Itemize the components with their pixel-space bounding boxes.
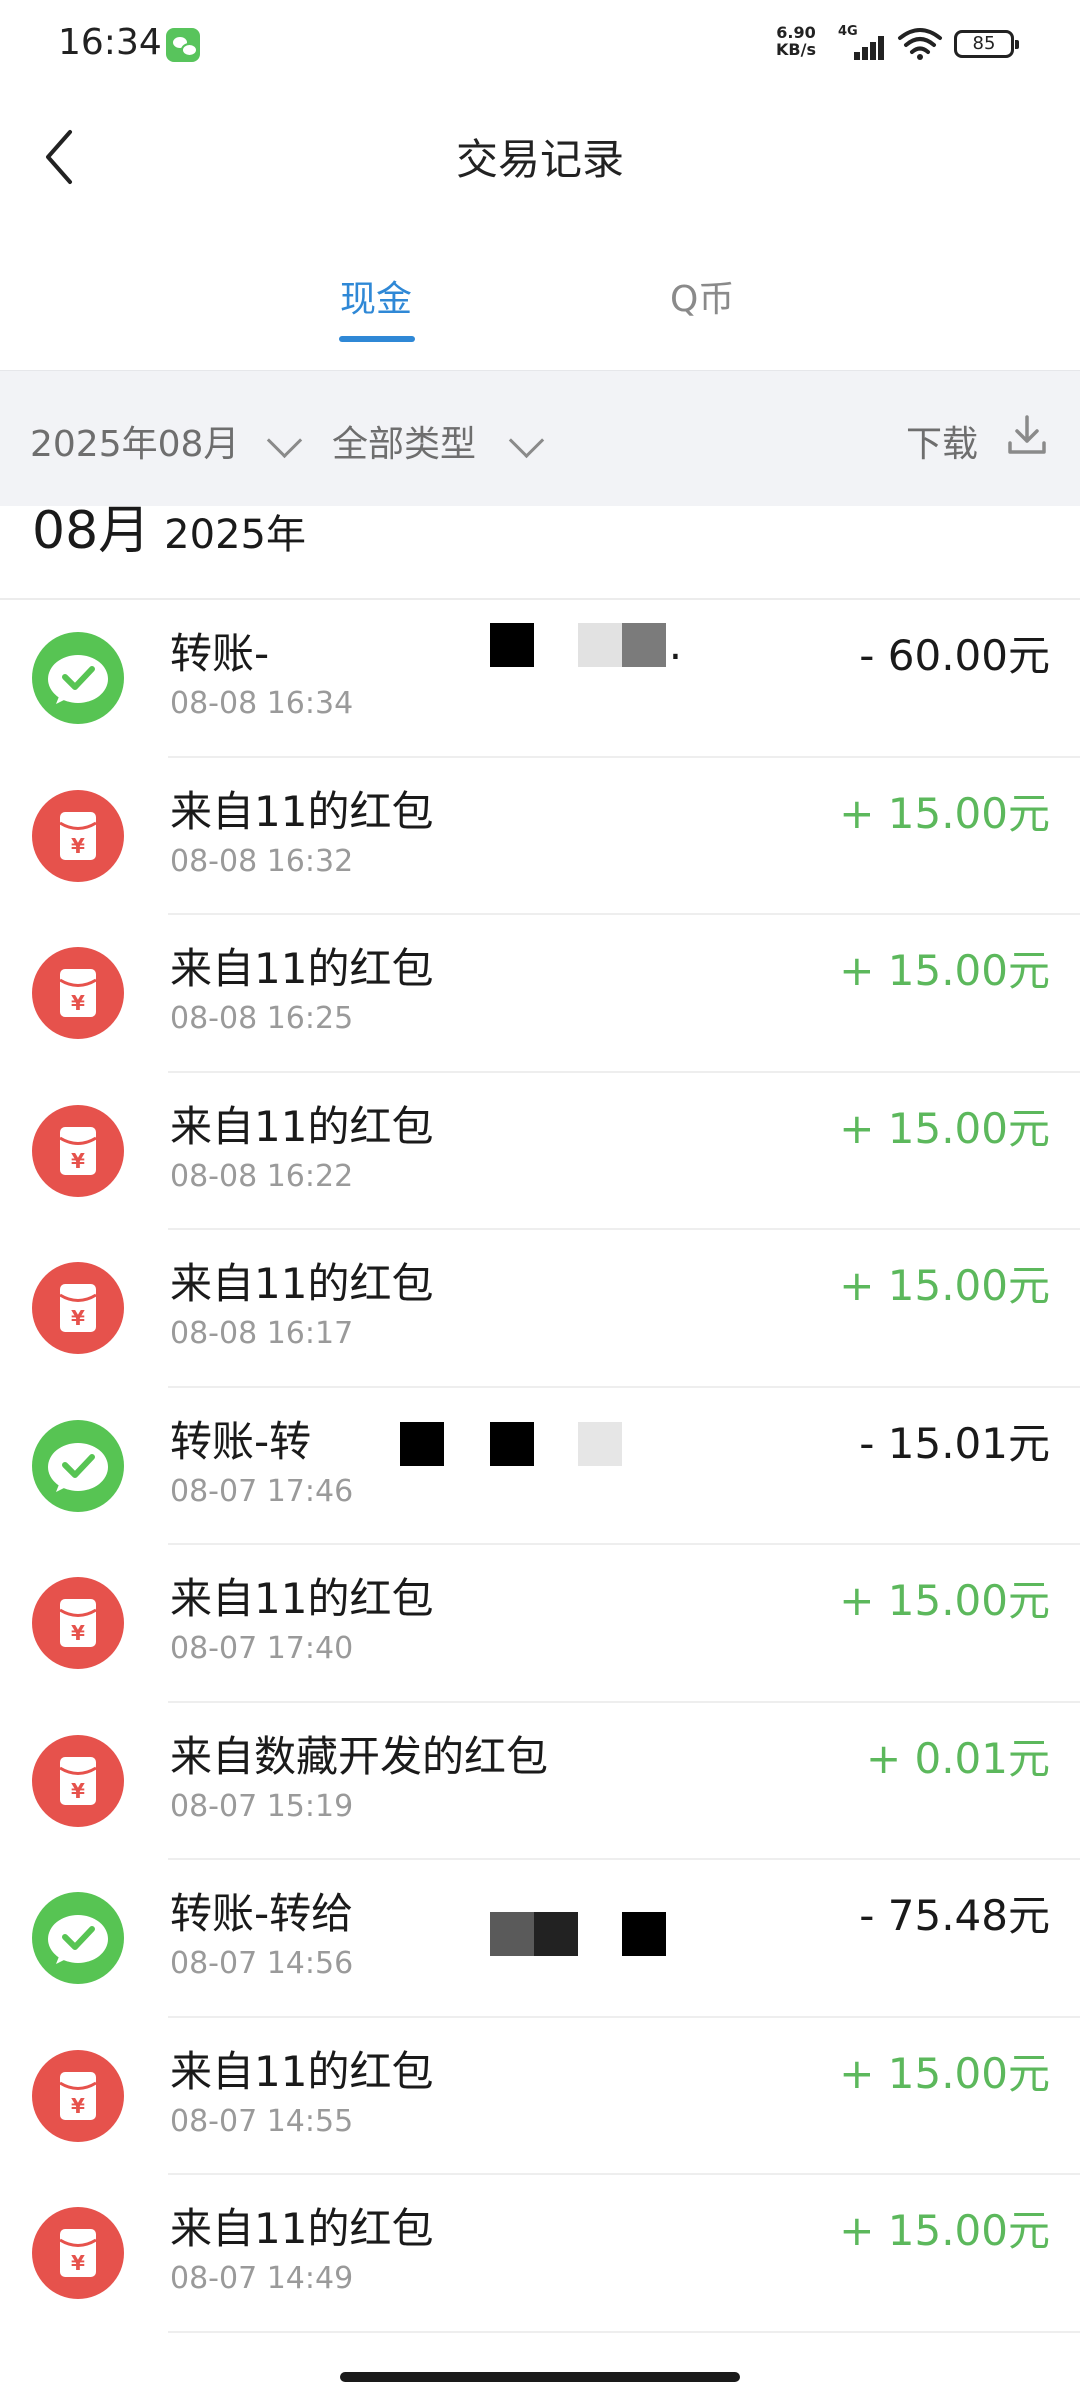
transaction-time: 08-07 14:55 xyxy=(170,2103,354,2139)
transaction-amount: + 15.00元 xyxy=(839,946,1050,995)
network-speed-value: 6.90 xyxy=(776,23,816,42)
transaction-title: 转账- xyxy=(170,629,270,678)
transaction-title: 转账-转 xyxy=(170,1416,312,1466)
cellular-signal-icon xyxy=(850,34,890,60)
download-icon[interactable] xyxy=(1005,413,1049,457)
transaction-title: 来自11的红包 xyxy=(170,2046,434,2096)
redaction-block xyxy=(534,1912,578,1956)
page-title: 交易记录 xyxy=(455,135,624,184)
tab-q-coin[interactable]: Q币 xyxy=(670,270,734,322)
transaction-amount: - 15.01元 xyxy=(859,1418,1050,1468)
red-packet-icon: ¥ xyxy=(32,789,124,882)
status-bar: 16:34 6.90 KB/s 4G 85 xyxy=(0,0,1080,90)
red-packet-icon: ¥ xyxy=(32,1734,124,1827)
red-packet-icon: ¥ xyxy=(32,1577,124,1669)
transaction-time: 08-07 17:40 xyxy=(170,1631,354,1666)
transaction-row[interactable]: ¥ 来自11的红包 08-08 16:32 + 15.00元 xyxy=(0,758,1080,916)
transfer-icon xyxy=(32,1419,124,1512)
red-packet-icon: ¥ xyxy=(32,1104,124,1197)
transaction-amount: + 15.00元 xyxy=(839,1103,1050,1153)
transaction-title: 来自11的红包 xyxy=(170,1574,434,1623)
svg-text:¥: ¥ xyxy=(71,1149,85,1173)
transaction-row[interactable]: 转账- 08-08 16:34 - 60.00元 ... xyxy=(0,600,1080,758)
svg-text:¥: ¥ xyxy=(71,1621,85,1645)
transaction-amount: - 75.48元 xyxy=(859,1891,1050,1940)
svg-text:¥: ¥ xyxy=(71,834,85,858)
redaction-block xyxy=(578,623,622,667)
transaction-title: 转账-转给 xyxy=(170,1889,354,1938)
transfer-icon xyxy=(32,1892,124,1984)
transaction-row[interactable]: 转账-转 08-07 17:46 - 15.01元 xyxy=(0,1388,1080,1546)
active-tab-indicator xyxy=(339,336,415,342)
redaction-block xyxy=(490,623,534,667)
network-speed-unit: KB/s xyxy=(776,40,816,59)
transaction-title: 来自11的红包 xyxy=(170,1259,434,1308)
transfer-icon xyxy=(32,632,124,724)
transaction-row[interactable]: ¥ 来自数藏开发的红包 08-07 15:19 + 0.01元 xyxy=(0,1703,1080,1861)
redaction-block xyxy=(490,1912,534,1956)
filter-bar: 2025年08月 全部类型 下载 xyxy=(0,370,1080,506)
redaction-block xyxy=(490,1422,534,1466)
redaction-block xyxy=(622,623,666,667)
transaction-row[interactable]: ¥ 来自11的红包 08-08 16:17 + 15.00元 xyxy=(0,1230,1080,1388)
transaction-title: 来自数藏开发的红包 xyxy=(170,1731,549,1781)
svg-text:¥: ¥ xyxy=(71,2094,85,2118)
redaction-block xyxy=(400,1422,444,1466)
transaction-amount: + 15.00元 xyxy=(839,788,1050,838)
red-packet-icon: ¥ xyxy=(32,2049,124,2142)
home-indicator[interactable] xyxy=(340,2372,740,2382)
transaction-title: 来自11的红包 xyxy=(170,2204,434,2253)
download-button[interactable]: 下载 xyxy=(906,415,978,467)
type-filter[interactable]: 全部类型 xyxy=(332,415,476,467)
red-packet-icon: ¥ xyxy=(32,1262,124,1354)
transaction-time: 08-08 16:32 xyxy=(170,843,354,879)
wechat-notification-icon xyxy=(166,28,200,62)
transaction-time: 08-08 16:22 xyxy=(170,1158,354,1194)
transaction-time: 08-07 15:19 xyxy=(170,1788,354,1824)
svg-text:¥: ¥ xyxy=(71,2251,85,2275)
battery-icon: 85 xyxy=(954,30,1019,58)
status-time: 16:34 xyxy=(58,22,162,63)
transaction-row[interactable]: ¥ 来自11的红包 08-08 16:25 + 15.00元 xyxy=(0,915,1080,1073)
transaction-title: 来自11的红包 xyxy=(170,786,434,836)
month-section-header: 08月 2025年 xyxy=(32,488,306,598)
wifi-icon xyxy=(898,28,942,60)
chevron-down-icon[interactable] xyxy=(266,422,303,459)
tab-cash[interactable]: 现金 xyxy=(340,270,412,322)
section-month: 08月 xyxy=(32,501,151,561)
red-packet-icon: ¥ xyxy=(32,947,124,1039)
red-packet-icon: ¥ xyxy=(32,2207,124,2299)
transaction-time: 08-07 17:46 xyxy=(170,1473,354,1509)
transaction-time: 08-08 16:34 xyxy=(170,686,354,721)
transaction-row[interactable]: ¥ 来自11的红包 08-07 14:49 + 15.00元 xyxy=(0,2175,1080,2333)
transaction-time: 08-07 14:49 xyxy=(170,2261,354,2296)
transaction-row[interactable]: ¥ 来自11的红包 08-07 17:40 + 15.00元 xyxy=(0,1545,1080,1703)
section-year: 2025年 xyxy=(164,512,306,558)
transaction-row[interactable]: ¥ 来自11的红包 08-07 14:55 + 15.00元 xyxy=(0,2018,1080,2176)
transaction-title: 来自11的红包 xyxy=(170,944,434,993)
transaction-title: 来自11的红包 xyxy=(170,1101,434,1151)
transaction-amount: + 15.00元 xyxy=(839,2048,1050,2098)
month-filter[interactable]: 2025年08月 xyxy=(30,415,239,467)
transaction-amount: + 15.00元 xyxy=(839,1576,1050,1625)
chevron-down-icon[interactable] xyxy=(508,422,545,459)
transaction-amount: + 0.01元 xyxy=(865,1733,1050,1783)
svg-text:¥: ¥ xyxy=(71,1779,85,1803)
transaction-time: 08-08 16:25 xyxy=(170,1001,354,1036)
network-speed: 6.90 KB/s xyxy=(776,24,816,58)
transaction-amount: - 60.00元 xyxy=(859,631,1050,680)
redaction-block xyxy=(578,1422,622,1466)
redaction-block xyxy=(622,1912,666,1956)
transaction-amount: + 15.00元 xyxy=(839,2206,1050,2255)
transaction-amount: + 15.00元 xyxy=(839,1261,1050,1310)
svg-text:¥: ¥ xyxy=(71,1306,85,1330)
transaction-time: 08-08 16:17 xyxy=(170,1316,354,1351)
svg-text:¥: ¥ xyxy=(71,991,85,1015)
transaction-time: 08-07 14:56 xyxy=(170,1946,354,1981)
transaction-list: 转账- 08-08 16:34 - 60.00元 ... ¥ 来自11的红包 0… xyxy=(0,600,1080,2333)
transaction-row[interactable]: ¥ 来自11的红包 08-08 16:22 + 15.00元 xyxy=(0,1073,1080,1231)
